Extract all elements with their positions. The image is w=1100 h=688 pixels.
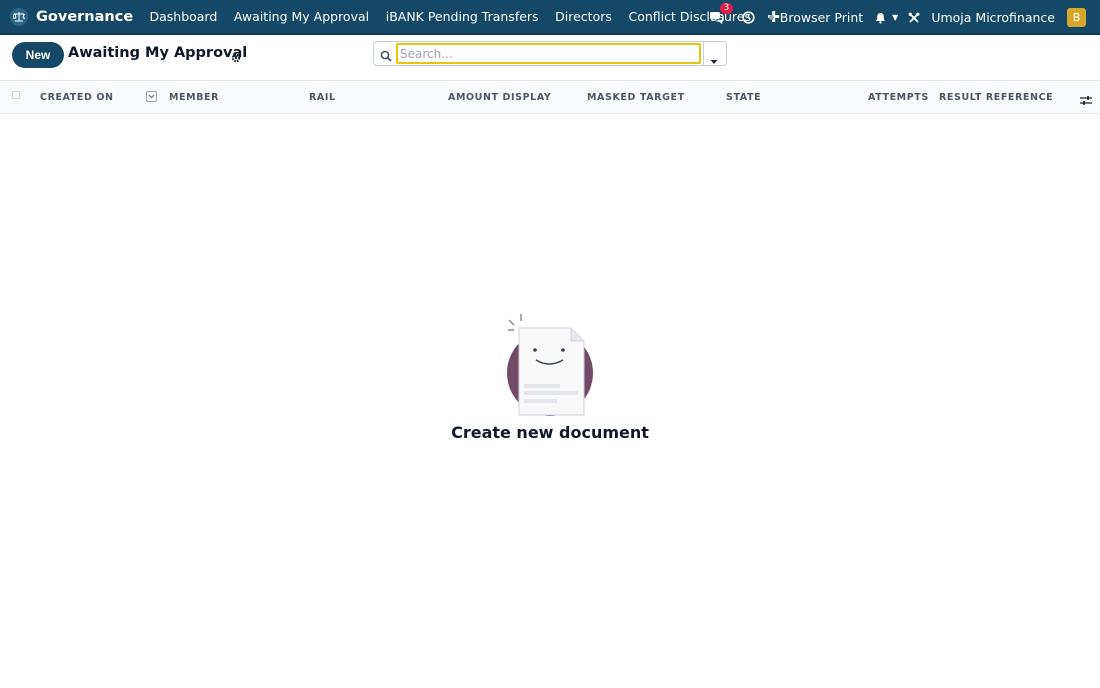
tools-icon[interactable]: [908, 12, 920, 24]
user-avatar[interactable]: B: [1067, 8, 1086, 27]
brand[interactable]: Governance: [10, 7, 134, 26]
column-header-state[interactable]: STATE: [726, 92, 761, 103]
column-header-attempts[interactable]: ATTEMPTS: [868, 92, 929, 103]
sort-toggle[interactable]: [146, 91, 157, 102]
search-input[interactable]: [396, 43, 701, 64]
column-header-member[interactable]: MEMBER: [169, 92, 219, 103]
new-button[interactable]: New: [12, 42, 64, 68]
search-options-toggle[interactable]: [710, 50, 718, 69]
empty-state: Create new document: [0, 300, 1100, 450]
chevron-down-icon: [148, 94, 155, 99]
menu-item-directors[interactable]: Directors: [547, 9, 620, 24]
column-header-result-reference[interactable]: RESULT REFERENCE: [939, 92, 1053, 103]
messages-count-badge: 3: [719, 3, 734, 14]
chevron-down-icon[interactable]: ▼: [892, 13, 898, 22]
search-divider: [703, 42, 704, 65]
activity-clock-icon[interactable]: [742, 11, 755, 24]
column-header-amount-display[interactable]: AMOUNT DISPLAY: [448, 92, 551, 103]
brand-title: Governance: [36, 8, 134, 25]
column-header-masked-target[interactable]: MASKED TARGET: [587, 92, 685, 103]
status-dot-icon: [768, 15, 774, 20]
top-navbar: Governance Dashboard Awaiting My Approva…: [0, 0, 1100, 35]
caret-down-icon: [710, 60, 718, 64]
page-title: Awaiting My Approval: [68, 45, 248, 61]
column-settings-icon[interactable]: [1080, 91, 1092, 110]
column-header-rail[interactable]: RAIL: [309, 92, 336, 103]
search-icon: [380, 47, 392, 66]
company-switcher[interactable]: Umoja Microfinance: [931, 10, 1055, 25]
search-bar: [373, 41, 727, 66]
select-all-checkbox[interactable]: [12, 91, 20, 99]
balance-scale-icon: [10, 7, 28, 26]
navbar-systray: 3 Browser Print ▼ Umoja Microfinance B: [709, 0, 1086, 35]
messages-button[interactable]: 3: [709, 3, 734, 24]
gear-icon[interactable]: [231, 48, 241, 67]
menu-item-ibank-pending-transfers[interactable]: iBANK Pending Transfers: [377, 9, 546, 24]
browser-print-label: Browser Print: [779, 10, 864, 25]
smiling-document-icon: [507, 314, 593, 416]
control-panel: New Awaiting My Approval: [0, 35, 1100, 81]
menu-item-awaiting-my-approval[interactable]: Awaiting My Approval: [226, 9, 378, 24]
menu-item-dashboard[interactable]: Dashboard: [141, 9, 225, 24]
column-header-created-on[interactable]: CREATED ON: [40, 92, 114, 103]
list-table-header: CREATED ON MEMBER RAIL AMOUNT DISPLAY MA…: [0, 82, 1100, 114]
main-menu: Dashboard Awaiting My Approval iBANK Pen…: [141, 8, 788, 26]
empty-state-title: Create new document: [451, 423, 649, 442]
bell-icon[interactable]: [875, 12, 886, 24]
browser-print-button[interactable]: Browser Print: [768, 10, 864, 25]
